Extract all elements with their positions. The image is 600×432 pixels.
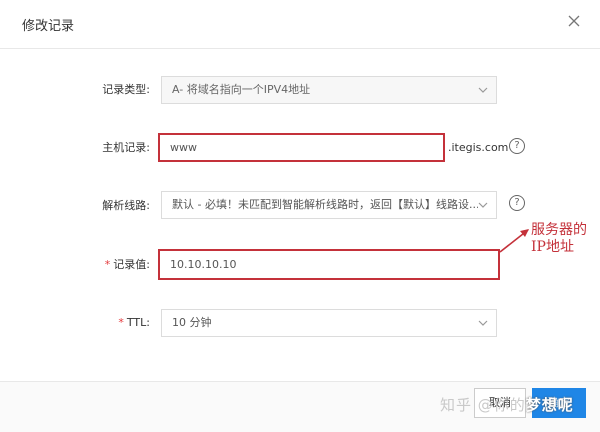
chevron-down-icon: [478, 87, 488, 93]
chevron-down-icon: [478, 320, 488, 326]
record-value-text: 10.10.10.10: [170, 258, 237, 271]
ok-button[interactable]: 确定: [532, 388, 586, 418]
line-help-icon[interactable]: ?: [509, 195, 525, 211]
domain-suffix: .itegis.com: [448, 141, 509, 154]
edit-record-dialog: 修改记录 记录类型: A- 将域名指向一个IPV4地址 主机记录: www .i…: [0, 0, 600, 432]
required-mark: *: [118, 316, 124, 329]
host-record-input[interactable]: www: [158, 133, 445, 162]
annotation-arrow: [499, 229, 529, 253]
line-label: 解析线路:: [102, 199, 150, 212]
ttl-label: * TTL:: [118, 316, 150, 329]
chevron-down-icon: [478, 200, 488, 210]
ttl-select[interactable]: 10 分钟: [161, 309, 497, 337]
annotation-text: 服务器的 IP地址: [531, 222, 587, 255]
ttl-value: 10 分钟: [172, 316, 212, 329]
record-type-select[interactable]: A- 将域名指向一个IPV4地址: [161, 76, 497, 104]
line-select[interactable]: 默认 - 必填！未匹配到智能解析线路时，返回【默认】线路设...: [161, 191, 497, 219]
record-type-label: 记录类型:: [102, 83, 150, 96]
required-mark: *: [104, 258, 111, 271]
dialog-header: 修改记录: [0, 0, 600, 49]
record-type-value: A- 将域名指向一个IPV4地址: [172, 83, 311, 96]
line-value: 默认 - 必填！未匹配到智能解析线路时，返回【默认】线路设...: [172, 198, 480, 211]
record-value-label: * 记录值:: [104, 258, 150, 271]
close-icon[interactable]: [568, 15, 582, 29]
host-record-label: 主机记录:: [102, 141, 150, 154]
cancel-button[interactable]: 取消: [474, 388, 526, 418]
record-value-input[interactable]: 10.10.10.10: [158, 249, 500, 280]
host-record-value: www: [170, 141, 197, 154]
host-help-icon[interactable]: ?: [509, 138, 525, 154]
dialog-title: 修改记录: [22, 19, 75, 34]
